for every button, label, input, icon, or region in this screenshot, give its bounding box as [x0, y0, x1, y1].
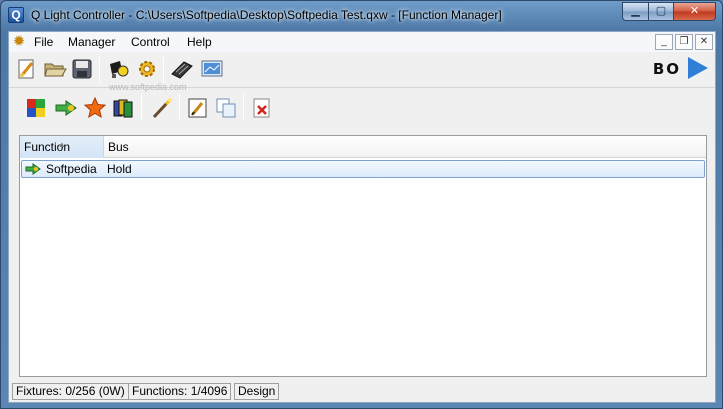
close-icon: ✕	[689, 5, 700, 17]
status-mode: Design	[234, 383, 280, 400]
function-manager-icon[interactable]: ✹	[11, 34, 27, 50]
function-toolbar	[9, 89, 715, 127]
row-function-name: Softpedia	[46, 162, 97, 176]
restore-icon: ❐	[679, 36, 689, 47]
minimize-button[interactable]: ▁	[622, 2, 648, 21]
chaser-icon	[25, 163, 41, 175]
toolbar-separator	[99, 57, 100, 83]
add-chaser-button[interactable]	[53, 95, 79, 121]
mdi-minimize-button[interactable]: _	[655, 34, 673, 50]
title-bar[interactable]: Q Q Light Controller - C:\Users\Softpedi…	[1, 1, 722, 31]
menu-control[interactable]: Control	[131, 35, 170, 49]
virtual-console-icon	[201, 60, 223, 77]
menu-file[interactable]: File	[34, 35, 53, 49]
status-fixtures: Fixtures: 0/256 (0W)	[12, 383, 129, 400]
window-title: Q Light Controller - C:\Users\Softpedia\…	[31, 8, 502, 22]
clone-function-icon	[216, 98, 236, 118]
play-icon[interactable]	[688, 57, 708, 79]
function-manager-icon	[139, 61, 155, 77]
edit-function-icon	[188, 98, 207, 118]
edit-function-button[interactable]	[185, 95, 211, 121]
status-bar: Fixtures: 0/256 (0W) Functions: 1/4096 D…	[9, 380, 715, 402]
virtual-console-button[interactable]	[199, 56, 225, 82]
mdi-frame: ✹ File Manager Control Help _ ❐ ✕ BO www…	[8, 31, 716, 403]
add-effect-button[interactable]	[82, 95, 108, 121]
new-workspace-icon	[18, 59, 34, 79]
add-scene-icon	[27, 99, 45, 117]
add-collection-icon	[113, 99, 133, 118]
column-header-bus[interactable]: Bus	[104, 136, 224, 158]
sort-ascending-icon: ▲	[58, 140, 66, 149]
row-bus: Hold	[107, 162, 132, 176]
delete-function-icon	[253, 98, 270, 118]
column-header-bus-label: Bus	[108, 140, 129, 154]
watermark: www.softpedia.com	[109, 82, 187, 92]
blackout-label[interactable]: BO	[653, 60, 681, 78]
menu-bar: ✹ File Manager Control Help _ ❐ ✕	[9, 32, 715, 52]
open-workspace-button[interactable]	[42, 56, 68, 82]
mdi-close-button[interactable]: ✕	[695, 34, 713, 50]
mdi-controls: _ ❐ ✕	[655, 34, 713, 50]
menu-manager[interactable]: Manager	[68, 35, 115, 49]
toolbar-separator	[179, 94, 180, 120]
main-window: Q Q Light Controller - C:\Users\Softpedi…	[0, 0, 723, 409]
maximize-icon: ▢	[655, 5, 667, 17]
dmx-input-icon	[171, 61, 193, 79]
app-icon[interactable]: Q	[8, 7, 24, 23]
list-header: ▲ Function Bus	[20, 136, 706, 158]
function-manager-button[interactable]	[134, 56, 160, 82]
add-effect-icon	[84, 97, 106, 119]
function-list[interactable]: ▲ Function Bus Softpedia Hold	[19, 135, 707, 377]
column-header-function[interactable]: ▲ Function	[20, 136, 104, 158]
maximize-button[interactable]: ▢	[648, 2, 674, 21]
function-wizard-button[interactable]	[149, 95, 175, 121]
mdi-restore-button[interactable]: ❐	[675, 34, 693, 50]
delete-function-button[interactable]	[249, 95, 275, 121]
table-row[interactable]: Softpedia Hold	[21, 160, 705, 178]
save-workspace-icon	[72, 59, 92, 79]
add-collection-button[interactable]	[110, 95, 136, 121]
add-scene-button[interactable]	[23, 95, 49, 121]
toolbar-separator	[141, 94, 142, 120]
fixture-manager-button[interactable]	[105, 56, 131, 82]
save-workspace-button[interactable]	[69, 56, 95, 82]
menu-help[interactable]: Help	[187, 35, 212, 49]
add-chaser-icon	[55, 100, 77, 116]
status-functions: Functions: 1/4096	[128, 383, 232, 400]
toolbar-separator	[243, 94, 244, 120]
new-workspace-button[interactable]	[14, 56, 40, 82]
function-wizard-icon	[152, 98, 172, 119]
clone-function-button[interactable]	[213, 95, 239, 121]
minimize-icon: ▁	[631, 5, 640, 17]
window-controls: ▁ ▢ ✕	[622, 2, 716, 22]
minimize-icon: _	[661, 36, 667, 47]
toolbar-separator	[163, 57, 164, 83]
open-workspace-icon	[44, 63, 67, 77]
close-icon: ✕	[699, 36, 709, 47]
fixture-manager-icon	[110, 61, 129, 78]
close-button[interactable]: ✕	[674, 2, 716, 21]
dmx-input-button[interactable]	[169, 56, 195, 82]
